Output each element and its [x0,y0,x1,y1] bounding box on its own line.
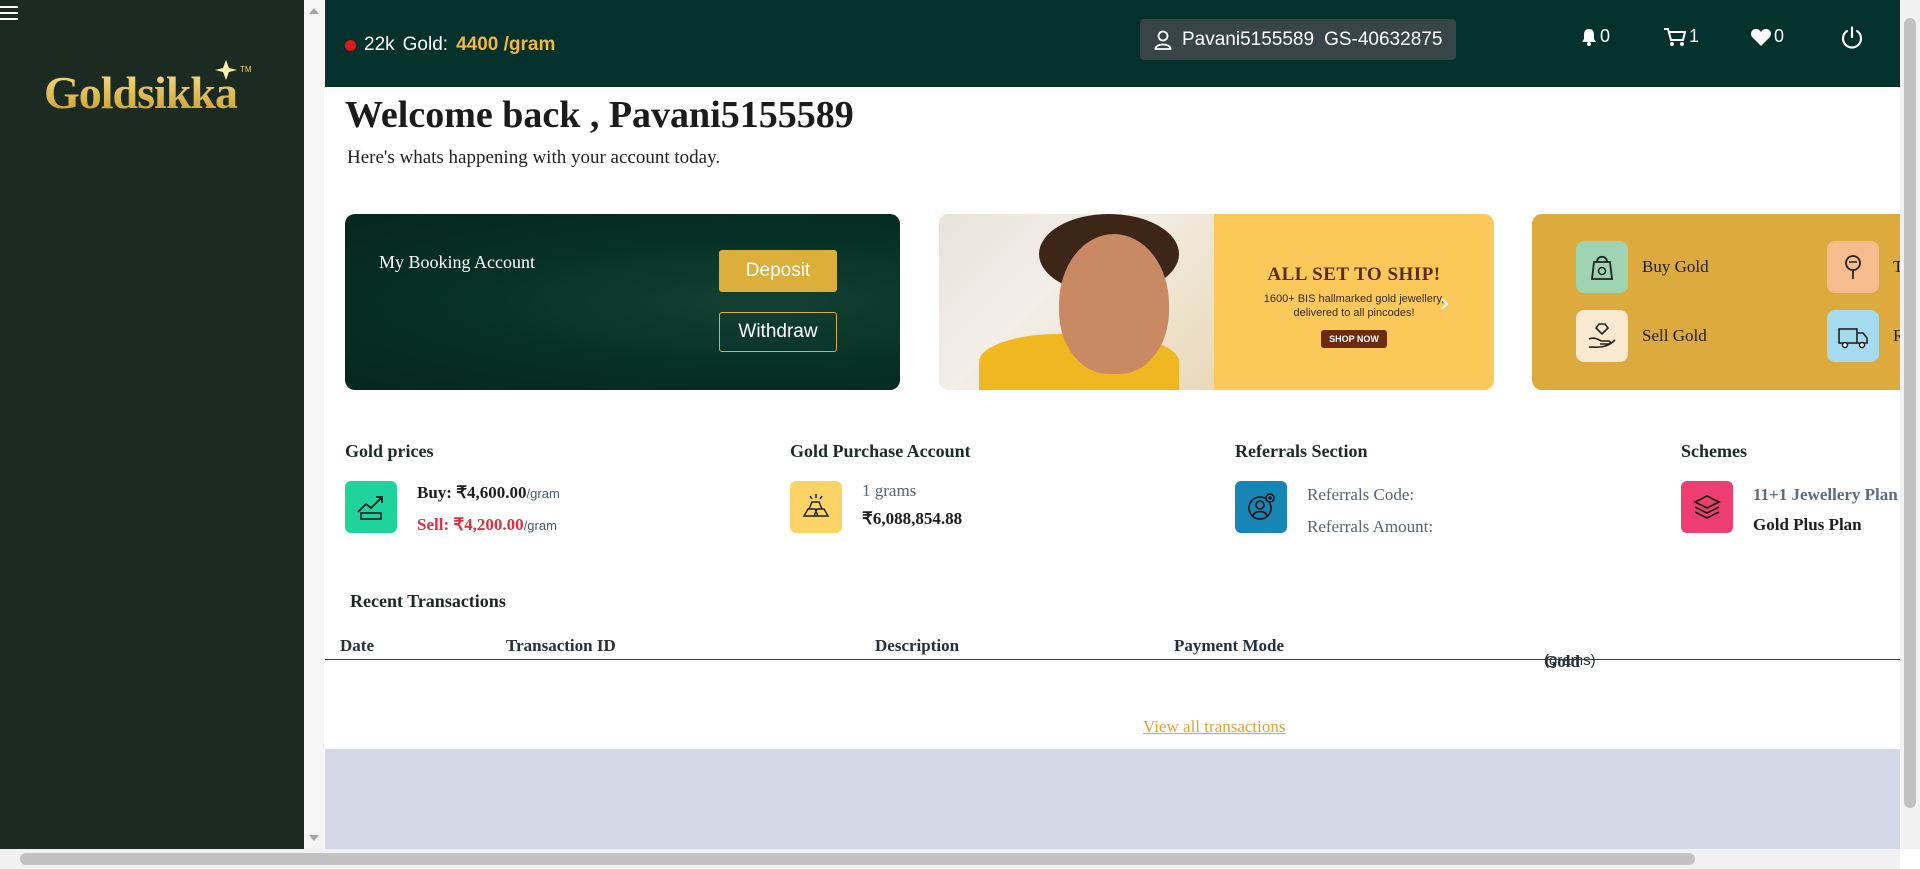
view-all-transactions-link[interactable]: View all transactions [1143,717,1286,737]
page-horizontal-scrollbar[interactable] [0,849,1900,869]
banner-model-image [939,214,1214,390]
buy-price-unit: /gram [526,486,560,501]
svg-text:Goldsikka: Goldsikka [44,67,238,118]
sell-price-label: Sell: [417,515,450,534]
user-icon [1154,30,1172,50]
wishlist-button[interactable]: 0 [1750,26,1784,47]
gold-grams: 1 grams [862,481,917,500]
buy-gold-action[interactable]: Buy Gold [1576,241,1709,293]
buy-gold-label: Buy Gold [1642,257,1709,276]
hand-diamond-icon [1576,310,1628,362]
gold-purchase-title: Gold Purchase Account [790,441,971,461]
withdraw-button[interactable]: Withdraw [719,312,837,352]
chart-trend-icon [345,481,397,533]
carousel-next-icon[interactable]: › [1439,286,1450,319]
cart-icon [1664,27,1687,46]
layers-icon [1681,481,1733,533]
banner-line-2: delivered to all pincodes! [1293,307,1415,319]
gold-purchase-section: Gold Purchase Account 1 grams ₹6,088,854… [790,441,971,533]
sell-price-value: ₹4,200.00 [453,515,524,534]
gold-label: Gold: [402,34,449,55]
buy-price-value: ₹4,600.00 [456,483,527,502]
booking-account-card: My Booking Account Deposit Withdraw [345,214,900,390]
column-payment-mode: Payment Mode [1174,636,1285,655]
gold-prices-title: Gold prices [345,441,434,461]
referrals-section: Referrals Section Referrals Code: Referr… [1235,441,1433,536]
sidebar-scrollbar[interactable] [304,0,324,849]
sidebar: Goldsikka TM [0,0,304,849]
goldsikka-logo[interactable]: Goldsikka TM [40,58,262,128]
welcome-heading: Welcome back , Pavani5155589 [345,94,854,136]
referrals-title: Referrals Section [1235,441,1368,461]
referral-amount-label: Referrals Amount: [1307,517,1434,536]
gold-purchase-amount: ₹6,088,854.88 [862,509,963,528]
gold-rate-value: 4400 /gram [456,34,556,55]
dashboard-content: Welcome back , Pavani5155589 Here's what… [325,87,1900,749]
banner-headline: ALL SET TO SHIP! [1267,264,1441,285]
buy-price-label: Buy: [417,483,452,502]
transactions-table-header: Date Transaction ID Description Payment … [325,620,1900,671]
gold-bars-icon [790,481,842,533]
logout-button[interactable] [1840,26,1864,50]
delivery-truck-icon [1827,310,1879,362]
scheme-plan-1[interactable]: 11+1 Jewellery Plan [1753,485,1898,505]
referral-code-label: Referrals Code: [1307,485,1415,504]
column-transaction-id: Transaction ID [506,636,616,655]
live-dot-icon [345,39,356,51]
shopping-bag-icon [1576,241,1628,293]
user-id: GS-40632875 [1324,28,1443,50]
transfer-label: T [1893,257,1900,276]
column-date: Date [340,636,374,655]
top-bar: 22k Gold: 4400 /gram Pavani5155589 GS-40… [325,0,1900,87]
deposit-button[interactable]: Deposit [719,250,837,292]
page-vertical-scrollbar[interactable] [1900,0,1920,849]
gold-rate-ticker: 22k Gold: 4400 /gram [345,34,555,56]
redeem-action[interactable]: R [1827,310,1900,362]
quick-actions-card: Buy Gold T Sell Gold R [1532,214,1900,390]
cart-button[interactable]: 1 [1663,26,1699,47]
welcome-subtitle: Here's whats happening with your account… [347,147,721,168]
column-description: Description [875,636,960,655]
menu-icon[interactable] [0,6,18,20]
heart-icon [1751,28,1771,46]
shop-now-button[interactable]: SHOP NOW [1321,330,1387,348]
gold-prices-section: Gold prices Buy: ₹4,600.00/gram Sell: ₹4… [345,441,560,534]
referral-user-icon [1235,481,1287,533]
column-gold-unit: (grams) [1544,652,1596,669]
user-profile-chip[interactable]: Pavani5155589 GS-40632875 [1140,19,1457,60]
power-icon [1841,26,1863,49]
username: Pavani5155589 [1182,28,1315,50]
notifications-button[interactable]: 0 [1580,26,1610,47]
sell-price-unit: /gram [523,518,557,533]
transfer-action[interactable]: T [1827,241,1900,293]
booking-account-title: My Booking Account [379,252,535,272]
scheme-plan-2[interactable]: Gold Plus Plan [1753,515,1898,535]
sell-gold-action[interactable]: Sell Gold [1576,310,1707,362]
redeem-label: R [1893,326,1900,345]
karat-label: 22k [364,34,395,55]
vertical-scroll-thumb[interactable] [1904,18,1916,808]
recent-transactions-title: Recent Transactions [350,591,506,611]
ring-icon [1827,241,1879,293]
promo-banner[interactable]: ALL SET TO SHIP! 1600+ BIS hallmarked go… [939,214,1494,390]
main-area: 22k Gold: 4400 /gram Pavani5155589 GS-40… [325,0,1900,849]
sell-gold-label: Sell Gold [1642,326,1707,345]
banner-line-1: 1600+ BIS hallmarked gold jewellery, [1263,293,1445,305]
cart-count: 1 [1689,26,1700,46]
notifications-count: 0 [1600,26,1611,46]
schemes-section: Schemes 11+1 Jewellery Plan Gold Plus Pl… [1681,441,1898,534]
svg-text:TM: TM [240,65,252,74]
schemes-title: Schemes [1681,441,1747,461]
wishlist-count: 0 [1774,26,1785,46]
banner-text: ALL SET TO SHIP! 1600+ BIS hallmarked go… [1239,264,1469,348]
horizontal-scroll-thumb[interactable] [20,853,1695,865]
bell-icon [1582,28,1596,46]
